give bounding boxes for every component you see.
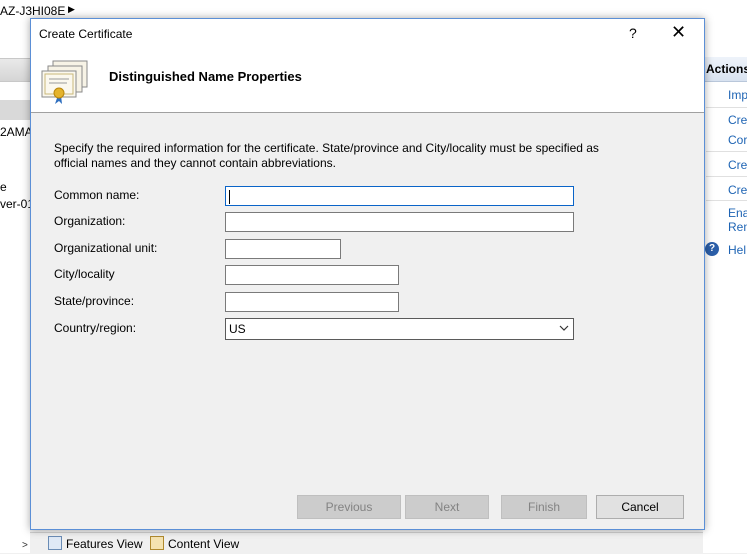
actions-header: Actions — [703, 57, 747, 82]
tree-item-selected[interactable] — [0, 100, 30, 120]
organization-input[interactable] — [225, 212, 574, 232]
cancel-button[interactable]: Cancel — [596, 495, 684, 519]
action-create-2[interactable]: Cre — [728, 158, 747, 172]
country-value: US — [229, 322, 246, 336]
action-enable[interactable]: Ena — [728, 206, 747, 220]
tree-item-2[interactable]: ver-01 — [0, 197, 34, 211]
wizard-body: Specify the required information for the… — [31, 113, 704, 529]
action-create-3[interactable]: Cre — [728, 183, 747, 197]
city-input[interactable] — [225, 265, 399, 285]
action-separator — [706, 107, 747, 108]
action-separator — [706, 200, 747, 201]
breadcrumb-arrow-icon[interactable]: ▶ — [68, 4, 75, 15]
chevron-down-icon — [559, 325, 569, 331]
actions-title: Actions — [706, 62, 747, 76]
tree-item-server[interactable]: 2AMA — [0, 125, 33, 139]
action-renew[interactable]: Ren — [728, 220, 747, 234]
instruction-text: Specify the required information for the… — [54, 141, 599, 170]
common-name-input[interactable] — [225, 186, 574, 206]
action-complete[interactable]: Cor — [728, 133, 747, 147]
common-name-label: Common name: — [54, 188, 140, 202]
action-import[interactable]: Imp — [728, 88, 747, 102]
page-heading: Distinguished Name Properties — [109, 69, 302, 84]
create-certificate-dialog: Create Certificate ? ✕ Distinguished Nam… — [30, 18, 705, 530]
content-view-icon — [150, 536, 164, 550]
tree-item-1[interactable]: e — [0, 180, 7, 194]
organizational-unit-input[interactable] — [225, 239, 341, 259]
dialog-title: Create Certificate — [39, 27, 133, 41]
organization-label: Organization: — [54, 214, 126, 228]
finish-button[interactable]: Finish — [501, 495, 587, 519]
close-button[interactable]: ✕ — [671, 23, 686, 41]
action-create-1[interactable]: Cre — [728, 113, 747, 127]
action-separator — [706, 151, 747, 152]
country-label: Country/region: — [54, 321, 137, 335]
wizard-header: Distinguished Name Properties — [31, 49, 704, 113]
state-input[interactable] — [225, 292, 399, 312]
organizational-unit-label: Organizational unit: — [54, 241, 158, 255]
next-button[interactable]: Next — [405, 495, 489, 519]
city-label: City/locality — [54, 267, 115, 281]
action-help[interactable]: Hel — [728, 243, 746, 257]
scroll-arrow-icon[interactable]: > — [22, 540, 28, 551]
state-label: State/province: — [54, 294, 135, 308]
tab-features-view[interactable]: Features View — [48, 536, 142, 552]
tab-content-view[interactable]: Content View — [150, 536, 239, 552]
connections-header — [0, 58, 30, 82]
previous-button[interactable]: Previous — [297, 495, 401, 519]
breadcrumb[interactable]: AZ-J3HI08E — [0, 4, 65, 18]
text-caret — [229, 190, 230, 204]
tab-content-view-label: Content View — [168, 537, 240, 551]
help-icon[interactable]: ? — [705, 242, 719, 256]
certificate-icon — [41, 60, 88, 104]
features-view-icon — [48, 536, 62, 550]
action-separator — [706, 176, 747, 177]
tab-features-view-label: Features View — [66, 537, 143, 551]
help-button[interactable]: ? — [629, 25, 637, 41]
country-select[interactable]: US — [225, 318, 574, 340]
